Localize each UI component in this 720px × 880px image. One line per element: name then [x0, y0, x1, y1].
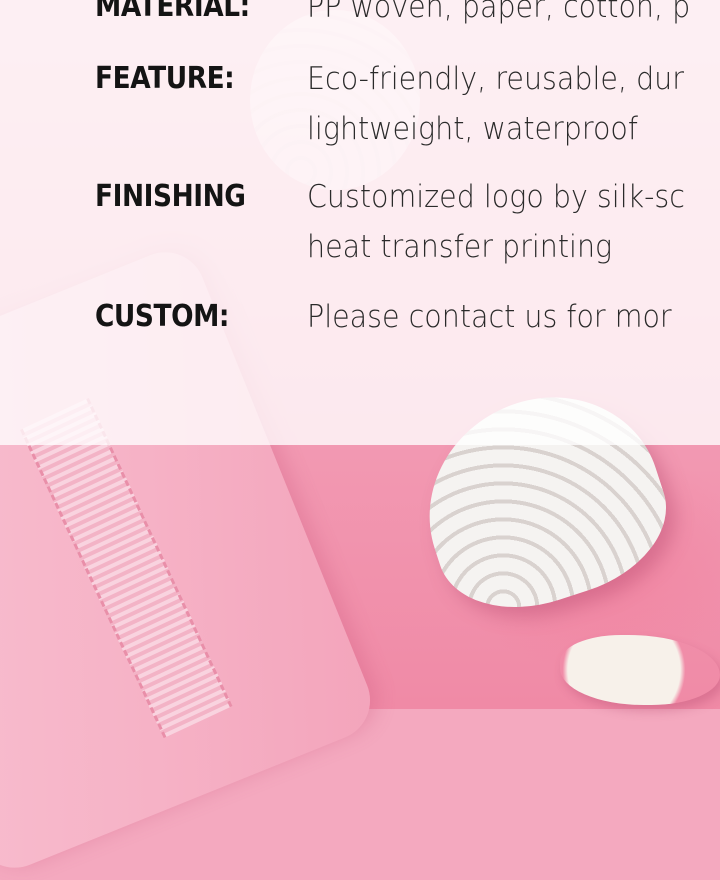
spec-value-line2: heat transfer printing: [307, 229, 613, 265]
spec-value: Eco-friendly, reusable, dur: [307, 61, 684, 97]
spec-row-material: MATERIAL: PP woven, paper, cotton, p: [95, 0, 720, 32]
spec-row-feature: FEATURE: Eco-friendly, reusable, dur lig…: [95, 54, 720, 154]
spec-value-line2: lightweight, waterproof: [307, 111, 638, 147]
spec-label: FINISHING: [95, 179, 246, 214]
spec-value: PP woven, paper, cotton, p: [307, 0, 691, 25]
spec-label: CUSTOM:: [95, 299, 230, 334]
spec-row-custom: CUSTOM: Please contact us for mor: [95, 292, 720, 342]
spec-label: MATERIAL:: [95, 0, 250, 24]
spec-value: Please contact us for mor: [307, 299, 672, 335]
spec-value: Customized logo by silk-sc: [307, 179, 685, 215]
spec-label: FEATURE:: [95, 61, 235, 96]
spec-row-finishing: FINISHING Customized logo by silk-sc hea…: [95, 172, 720, 272]
spec-table: MATERIAL: PP woven, paper, cotton, p FEA…: [95, 0, 720, 342]
